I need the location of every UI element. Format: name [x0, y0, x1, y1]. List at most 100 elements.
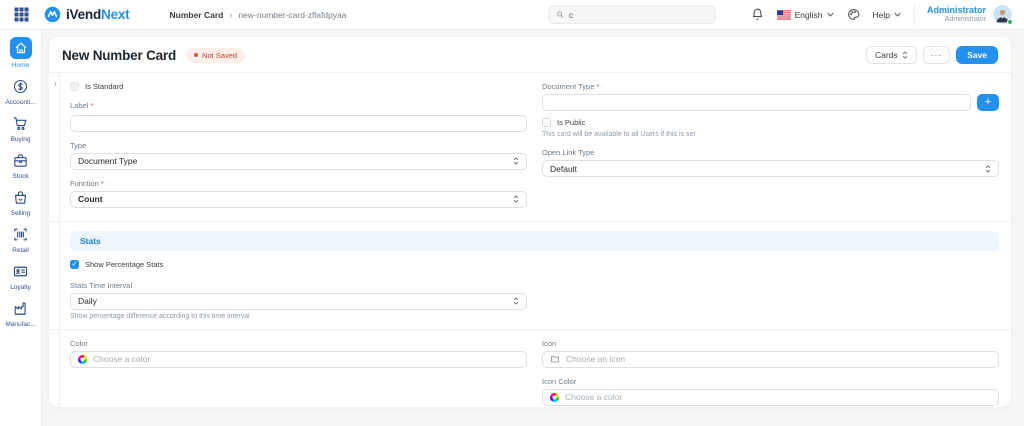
us-flag-icon — [777, 10, 791, 20]
notifications-bell[interactable] — [751, 8, 764, 21]
document-type-field-label: Document Type — [542, 82, 999, 91]
chevron-down-icon — [827, 12, 834, 17]
select-arrows-icon — [513, 296, 519, 306]
navbar-divider — [914, 5, 915, 25]
form-section-main: Is Standard Label Type Document Type — [70, 82, 999, 217]
is-public-description: This card will be available to all Users… — [542, 131, 999, 138]
sidebar-item-label: Retail — [12, 247, 29, 254]
home-icon — [10, 37, 32, 59]
buying-icon — [11, 113, 31, 133]
sidebar-item-home[interactable]: Home — [0, 37, 41, 69]
sidebar-item-label: Stock — [12, 173, 28, 180]
form-header: New Number Card Not Saved Cards ··· Save — [49, 37, 1011, 72]
bell-icon — [751, 8, 764, 21]
sidebar-item-stock[interactable]: Stock — [0, 150, 41, 180]
manufacturing-icon — [11, 298, 31, 318]
select-arrows-icon — [902, 50, 908, 60]
user-avatar[interactable] — [993, 5, 1012, 24]
color-wheel-icon — [550, 393, 559, 402]
retail-icon — [11, 224, 31, 244]
folder-icon — [550, 354, 560, 364]
global-search[interactable] — [548, 6, 716, 24]
chevron-down-icon — [894, 12, 901, 17]
stats-time-interval-select[interactable]: Daily — [70, 293, 527, 310]
status-dot-icon — [194, 53, 198, 57]
top-navbar: iVendNext Number Card › new-number-card-… — [0, 0, 1024, 30]
sidebar-item-label: Home — [12, 62, 29, 69]
form-sidebar-divider — [59, 73, 60, 408]
sidebar-item-label: Selling — [11, 210, 31, 217]
breadcrumb-current: new-number-card-zflafdpyaa — [238, 10, 346, 20]
stock-icon — [11, 150, 31, 170]
sidebar-item-label: Accounti... — [5, 99, 35, 106]
stats-time-interval-label: Stats Time Interval — [70, 281, 527, 290]
label-input[interactable] — [70, 115, 527, 132]
app-logo[interactable]: iVendNext — [44, 6, 129, 23]
sidebar-item-label: Loyalty — [10, 284, 31, 291]
theme-switcher[interactable] — [847, 8, 860, 21]
color-picker-input[interactable]: Choose a color — [70, 351, 527, 368]
expand-form-sidebar-chevron[interactable]: › — [54, 79, 57, 89]
is-public-label: Is Public — [557, 118, 585, 127]
open-link-type-label: Open Link Type — [542, 148, 999, 157]
help-label: Help — [873, 10, 890, 20]
ivendnext-logo-icon — [44, 6, 61, 23]
sidebar-item-loyalty[interactable]: Loyalty — [0, 261, 41, 291]
select-arrows-icon — [513, 156, 519, 166]
function-field-label: Function — [70, 179, 527, 188]
section-divider — [49, 329, 1011, 330]
color-field-label: Color — [70, 339, 527, 348]
app-grid-icon[interactable] — [12, 6, 30, 24]
sidebar-item-manufacturing[interactable]: Manufac... — [0, 298, 41, 328]
show-percentage-stats-label: Show Percentage Stats — [85, 260, 163, 269]
app-logo-text: iVendNext — [66, 7, 129, 22]
more-menu-button[interactable]: ··· — [923, 46, 951, 64]
type-select[interactable]: Document Type — [70, 153, 527, 170]
icon-field-label: Icon — [542, 339, 999, 348]
is-standard-checkbox-row[interactable]: Is Standard — [70, 82, 527, 91]
accounting-icon — [11, 76, 31, 96]
sidebar-item-accounting[interactable]: Accounti... — [0, 76, 41, 106]
user-menu[interactable]: Administrator Administrator — [927, 5, 986, 25]
show-percentage-stats-checkbox[interactable] — [70, 260, 79, 269]
sidebar-item-selling[interactable]: Selling — [0, 187, 41, 217]
form-section-appearance: Color Choose a color Icon C — [70, 339, 999, 409]
select-arrows-icon — [513, 194, 519, 204]
search-input[interactable] — [569, 10, 708, 20]
workspace-sidebar: Home Accounti... Buying Stock Selling — [0, 30, 42, 426]
add-document-type-button[interactable]: + — [977, 94, 999, 111]
sidebar-item-retail[interactable]: Retail — [0, 224, 41, 254]
status-badge: Not Saved — [186, 48, 245, 63]
stats-section-header[interactable]: Stats — [70, 231, 999, 251]
sidebar-item-label: Manufac... — [5, 321, 35, 328]
is-public-checkbox[interactable] — [542, 118, 551, 127]
loyalty-icon — [11, 261, 31, 281]
breadcrumb-separator: › — [229, 10, 232, 20]
label-field-label: Label — [70, 101, 527, 110]
icon-picker-input[interactable]: Choose an icon — [542, 351, 999, 368]
breadcrumb-parent-link[interactable]: Number Card — [169, 10, 223, 20]
save-button[interactable]: Save — [956, 46, 998, 64]
user-role: Administrator — [927, 16, 986, 25]
is-standard-label: Is Standard — [85, 82, 123, 91]
selling-icon — [11, 187, 31, 207]
online-status-dot — [1007, 19, 1013, 25]
palette-icon — [847, 8, 860, 21]
help-menu[interactable]: Help — [873, 10, 901, 20]
breadcrumb: Number Card › new-number-card-zflafdpyaa — [169, 10, 346, 20]
is-public-checkbox-row[interactable]: Is Public — [542, 118, 999, 127]
form-section-stats: Show Percentage Stats Stats Time Interva… — [70, 260, 999, 320]
open-link-type-select[interactable]: Default — [542, 160, 999, 177]
icon-color-field-label: Icon Color — [542, 377, 999, 386]
function-select[interactable]: Count — [70, 191, 527, 208]
language-selector[interactable]: English — [777, 10, 834, 20]
document-type-input[interactable] — [542, 94, 971, 111]
select-arrows-icon — [985, 164, 991, 174]
form-body: › Is Standard Label Type — [49, 72, 1011, 408]
icon-color-picker-input[interactable]: Choose a color — [542, 389, 999, 406]
show-percentage-stats-row[interactable]: Show Percentage Stats — [70, 260, 527, 269]
cards-switcher-button[interactable]: Cards — [866, 46, 917, 64]
is-standard-checkbox[interactable] — [70, 82, 79, 91]
sidebar-item-buying[interactable]: Buying — [0, 113, 41, 143]
type-field-label: Type — [70, 141, 527, 150]
